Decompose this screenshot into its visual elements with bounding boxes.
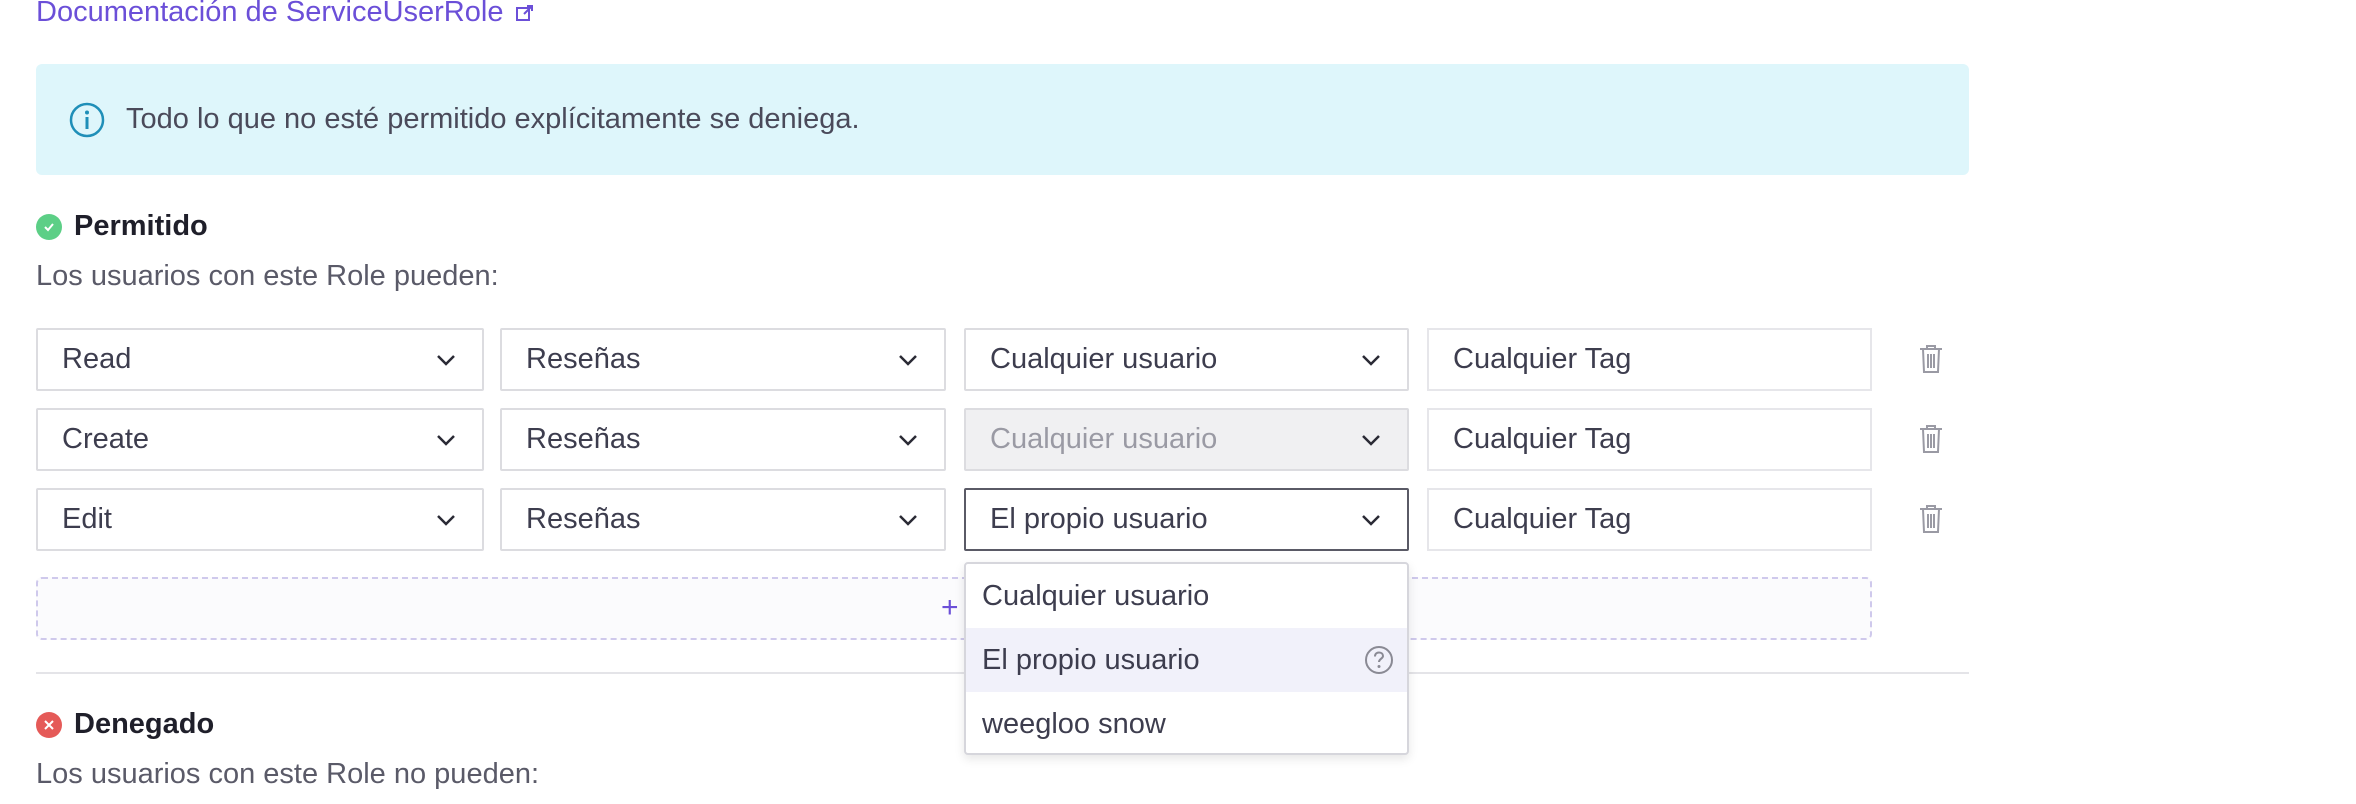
rule-action-select[interactable]: Read <box>36 328 484 391</box>
allowed-title: Permitido <box>74 210 208 242</box>
chevron-down-icon <box>437 354 455 366</box>
rule-tag-value: Cualquier Tag <box>1453 343 1632 375</box>
rule-action-select[interactable]: Create <box>36 408 484 471</box>
rule-tag-field[interactable]: Cualquier Tag <box>1427 488 1872 551</box>
dropdown-option-label: weegloo snow <box>982 707 1166 740</box>
documentation-link-label: Documentación de ServiceUserRole <box>36 0 504 28</box>
plus-icon: + <box>941 591 959 624</box>
dropdown-option-selected[interactable]: El propio usuario <box>966 628 1407 692</box>
documentation-link[interactable]: Documentación de ServiceUserRole <box>36 0 535 29</box>
allowed-subtitle: Los usuarios con este Role pueden: <box>36 260 499 292</box>
trash-icon[interactable] <box>1918 344 1944 374</box>
rule-tag-value: Cualquier Tag <box>1453 423 1632 455</box>
external-link-icon <box>516 4 534 21</box>
info-text: Todo lo que no esté permitido explícitam… <box>126 103 860 135</box>
rule-tag-field[interactable]: Cualquier Tag <box>1427 408 1872 471</box>
rule-tag-value: Cualquier Tag <box>1453 503 1632 535</box>
chevron-down-icon <box>899 354 917 366</box>
denied-subtitle: Los usuarios con este Role no pueden: <box>36 758 540 790</box>
rule-resource-value: Reseñas <box>526 503 641 535</box>
rule-scope-value: Cualquier usuario <box>990 343 1218 375</box>
dropdown-option-label: Cualquier usuario <box>982 579 1210 612</box>
x-circle-icon <box>36 711 62 738</box>
rule-resource-select[interactable]: Reseñas <box>500 328 946 391</box>
rule-scope-value: El propio usuario <box>990 503 1208 535</box>
chevron-down-icon <box>1362 354 1380 366</box>
chevron-down-icon <box>1362 434 1380 446</box>
trash-icon[interactable] <box>1918 424 1944 454</box>
dropdown-option[interactable]: weegloo snow <box>966 692 1407 756</box>
chevron-down-icon <box>899 514 917 526</box>
rule-resource-value: Reseñas <box>526 343 641 375</box>
rule-action-select[interactable]: Edit <box>36 488 484 551</box>
rule-action-value: Edit <box>62 503 112 535</box>
dropdown-option[interactable]: Cualquier usuario <box>966 564 1407 628</box>
dropdown-option-label: El propio usuario <box>982 643 1200 676</box>
denied-title: Denegado <box>74 708 215 740</box>
trash-icon[interactable] <box>1918 504 1944 534</box>
question-circle-icon[interactable] <box>1363 644 1395 676</box>
info-circle-icon <box>69 102 105 137</box>
scope-dropdown-menu: Cualquier usuario El propio usuario weeg… <box>964 562 1409 755</box>
denied-header: Denegado <box>36 708 214 741</box>
chevron-down-icon <box>437 514 455 526</box>
role-permissions-page: Documentación de ServiceUserRole Todo lo… <box>0 0 2356 804</box>
chevron-down-icon <box>437 434 455 446</box>
rule-scope-select-open[interactable]: El propio usuario <box>964 488 1409 551</box>
check-circle-icon <box>36 213 62 240</box>
rule-resource-value: Reseñas <box>526 423 641 455</box>
rule-tag-field[interactable]: Cualquier Tag <box>1427 328 1872 391</box>
rule-resource-select[interactable]: Reseñas <box>500 408 946 471</box>
chevron-down-icon <box>1362 514 1380 526</box>
rule-action-value: Read <box>62 343 132 375</box>
chevron-down-icon <box>899 434 917 446</box>
rule-scope-select-disabled: Cualquier usuario <box>964 408 1409 471</box>
info-banner: Todo lo que no esté permitido explícitam… <box>36 64 1969 175</box>
rule-action-value: Create <box>62 423 150 455</box>
rule-scope-value: Cualquier usuario <box>990 423 1218 455</box>
rule-scope-select[interactable]: Cualquier usuario <box>964 328 1409 391</box>
rule-resource-select[interactable]: Reseñas <box>500 488 946 551</box>
allowed-header: Permitido <box>36 210 208 243</box>
add-rule-button[interactable]: + <box>36 577 1872 640</box>
